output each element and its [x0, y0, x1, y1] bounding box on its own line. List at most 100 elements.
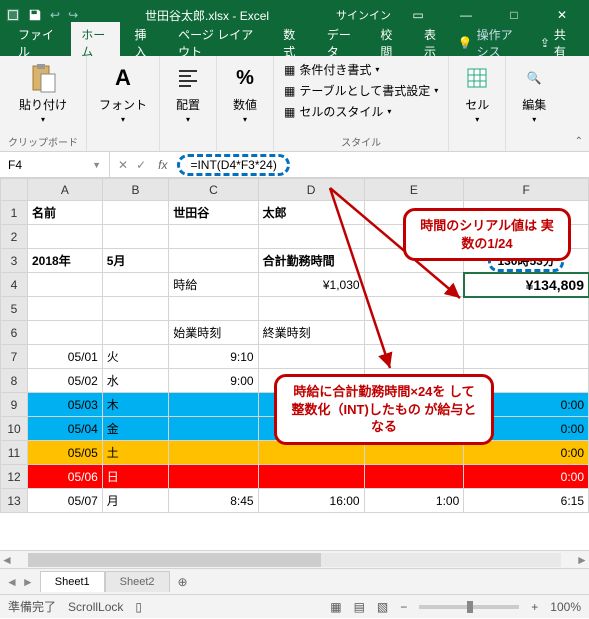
cell[interactable]: [169, 465, 258, 489]
cell[interactable]: 5月: [102, 249, 168, 273]
cell[interactable]: [169, 417, 258, 441]
cell[interactable]: 05/03: [28, 393, 103, 417]
zoom-in-button[interactable]: +: [531, 600, 538, 614]
row-header[interactable]: 5: [1, 297, 28, 321]
cell[interactable]: [169, 441, 258, 465]
cell[interactable]: 05/02: [28, 369, 103, 393]
cell[interactable]: 9:00: [169, 369, 258, 393]
save-icon[interactable]: [28, 8, 42, 22]
worksheet-grid[interactable]: A B C D E F 1 名前 世田谷 太郎 2 3 2018年 5月 合計勤…: [0, 178, 589, 550]
editing-button[interactable]: 🔍 編集 ▾: [514, 60, 554, 126]
cell[interactable]: 1:00: [364, 489, 464, 513]
horizontal-scrollbar[interactable]: ◄ ►: [0, 550, 589, 568]
row-header[interactable]: 9: [1, 393, 28, 417]
cell[interactable]: 6:15: [464, 489, 589, 513]
row-header[interactable]: 7: [1, 345, 28, 369]
scrollbar-track[interactable]: [28, 553, 561, 567]
number-button[interactable]: % 数値 ▾: [225, 60, 265, 126]
cell[interactable]: [258, 465, 364, 489]
zoom-level[interactable]: 100%: [550, 600, 581, 614]
row-header[interactable]: 13: [1, 489, 28, 513]
row-header[interactable]: 2: [1, 225, 28, 249]
cell[interactable]: 05/04: [28, 417, 103, 441]
cells-button[interactable]: セル ▾: [457, 60, 497, 126]
cell[interactable]: 月: [102, 489, 168, 513]
undo-icon[interactable]: ↩: [50, 8, 60, 22]
cell[interactable]: [28, 321, 103, 345]
scroll-right-icon[interactable]: ►: [575, 553, 589, 567]
cell[interactable]: 05/07: [28, 489, 103, 513]
cell[interactable]: [102, 201, 168, 225]
cell[interactable]: 始業時刻: [169, 321, 258, 345]
row-header[interactable]: 4: [1, 273, 28, 297]
collapse-ribbon-icon[interactable]: ⌃: [575, 136, 583, 147]
cell[interactable]: [28, 225, 103, 249]
cell[interactable]: [102, 297, 168, 321]
sheet-tab-1[interactable]: Sheet1: [40, 571, 105, 592]
cell[interactable]: 火: [102, 345, 168, 369]
cell[interactable]: 16:00: [258, 489, 364, 513]
cell[interactable]: [169, 225, 258, 249]
select-all-corner[interactable]: [1, 179, 28, 201]
new-sheet-button[interactable]: ⊕: [170, 575, 196, 589]
cell[interactable]: 時給: [169, 273, 258, 297]
sheet-tab-2[interactable]: Sheet2: [105, 571, 170, 592]
row-header[interactable]: 1: [1, 201, 28, 225]
cell[interactable]: 8:45: [169, 489, 258, 513]
scroll-left-icon[interactable]: ◄: [0, 553, 14, 567]
cell[interactable]: 名前: [28, 201, 103, 225]
format-as-table-button[interactable]: ▦ テーブルとして書式設定▾: [282, 81, 440, 100]
formula-bar[interactable]: =INT(D4*F3*24): [171, 152, 589, 177]
cell[interactable]: 05/05: [28, 441, 103, 465]
view-page-break-icon[interactable]: ▧: [377, 600, 388, 614]
cell[interactable]: [28, 273, 103, 297]
alignment-button[interactable]: 配置 ▾: [168, 60, 208, 126]
view-page-layout-icon[interactable]: ▤: [354, 600, 365, 614]
row-header[interactable]: 10: [1, 417, 28, 441]
cell-styles-button[interactable]: ▦ セルのスタイル▾: [282, 102, 440, 121]
col-header-c[interactable]: C: [169, 179, 258, 201]
cell[interactable]: 日: [102, 465, 168, 489]
fx-icon[interactable]: fx: [154, 158, 171, 172]
name-box[interactable]: F4 ▼: [0, 152, 110, 177]
row-header[interactable]: 3: [1, 249, 28, 273]
cell[interactable]: 2018年: [28, 249, 103, 273]
redo-icon[interactable]: ↪: [68, 8, 78, 22]
autosave-icon[interactable]: [6, 8, 20, 22]
cell[interactable]: [169, 393, 258, 417]
cell[interactable]: 05/06: [28, 465, 103, 489]
cell[interactable]: [102, 321, 168, 345]
cell[interactable]: 土: [102, 441, 168, 465]
cell[interactable]: 木: [102, 393, 168, 417]
signin-label[interactable]: サインイン: [336, 7, 391, 23]
col-header-a[interactable]: A: [28, 179, 103, 201]
row-header[interactable]: 8: [1, 369, 28, 393]
cell[interactable]: [169, 297, 258, 321]
col-header-b[interactable]: B: [102, 179, 168, 201]
zoom-slider-thumb[interactable]: [467, 601, 473, 613]
row-header[interactable]: 12: [1, 465, 28, 489]
cell[interactable]: [364, 465, 464, 489]
zoom-slider[interactable]: [419, 605, 519, 609]
cell[interactable]: [169, 249, 258, 273]
conditional-formatting-button[interactable]: ▦ 条件付き書式▾: [282, 60, 440, 79]
cell[interactable]: 9:10: [169, 345, 258, 369]
cell[interactable]: [102, 273, 168, 297]
row-header[interactable]: 6: [1, 321, 28, 345]
zoom-out-button[interactable]: −: [400, 600, 407, 614]
chevron-down-icon[interactable]: ▼: [92, 160, 101, 170]
macro-record-icon[interactable]: ▯: [135, 600, 142, 614]
cell[interactable]: 05/01: [28, 345, 103, 369]
cell[interactable]: 金: [102, 417, 168, 441]
enter-formula-icon[interactable]: ✓: [136, 158, 146, 172]
cell[interactable]: 0:00: [464, 465, 589, 489]
scrollbar-thumb[interactable]: [28, 553, 321, 567]
cell[interactable]: [28, 297, 103, 321]
cell[interactable]: 水: [102, 369, 168, 393]
sheet-nav-next-icon[interactable]: ►: [22, 575, 34, 589]
cell[interactable]: [102, 225, 168, 249]
view-normal-icon[interactable]: ▦: [330, 600, 341, 614]
tell-me[interactable]: 💡 操作アシス: [458, 26, 522, 60]
sheet-nav-prev-icon[interactable]: ◄: [6, 575, 18, 589]
row-header[interactable]: 11: [1, 441, 28, 465]
